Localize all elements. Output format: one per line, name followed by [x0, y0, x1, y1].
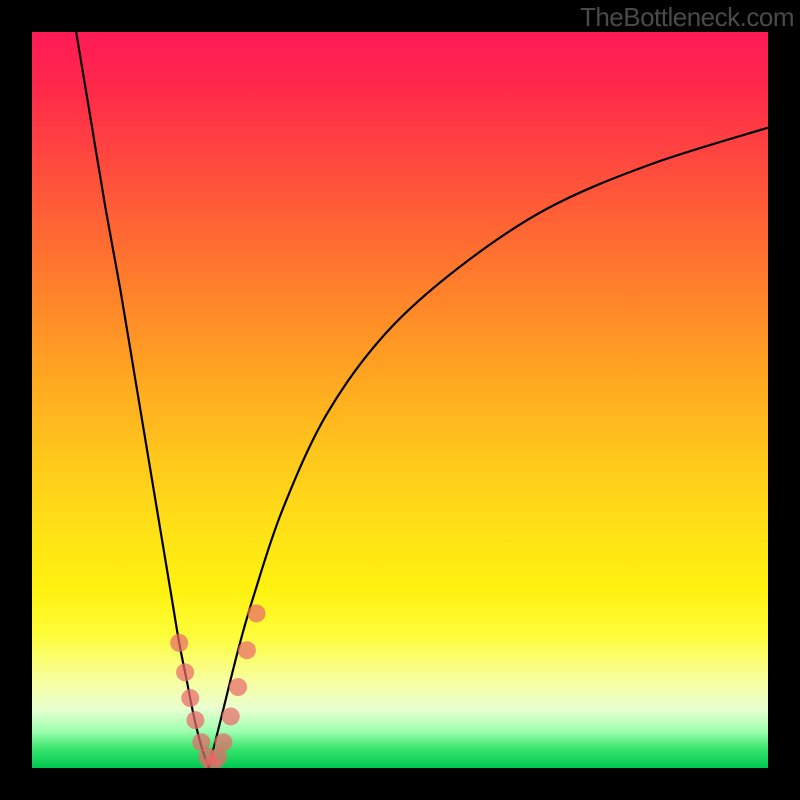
marker-dot — [222, 707, 240, 725]
curve-left-branch — [76, 32, 208, 768]
marker-dot — [238, 641, 256, 659]
marker-dot — [176, 663, 194, 681]
marker-dot — [209, 748, 227, 766]
marker-dot — [181, 689, 199, 707]
chart-frame: TheBottleneck.com — [0, 0, 800, 800]
marker-dot — [192, 733, 210, 751]
chart-svg — [32, 32, 768, 768]
plot-area — [32, 32, 768, 768]
watermark-text: TheBottleneck.com — [580, 2, 794, 33]
marker-dot — [214, 733, 232, 751]
marker-dot — [170, 634, 188, 652]
marker-dot — [229, 678, 247, 696]
marker-dot — [198, 748, 216, 766]
marker-dot — [186, 711, 204, 729]
curve-right-branch — [209, 128, 768, 768]
marker-group — [170, 604, 265, 768]
marker-dot — [247, 604, 265, 622]
marker-dot — [203, 755, 221, 768]
